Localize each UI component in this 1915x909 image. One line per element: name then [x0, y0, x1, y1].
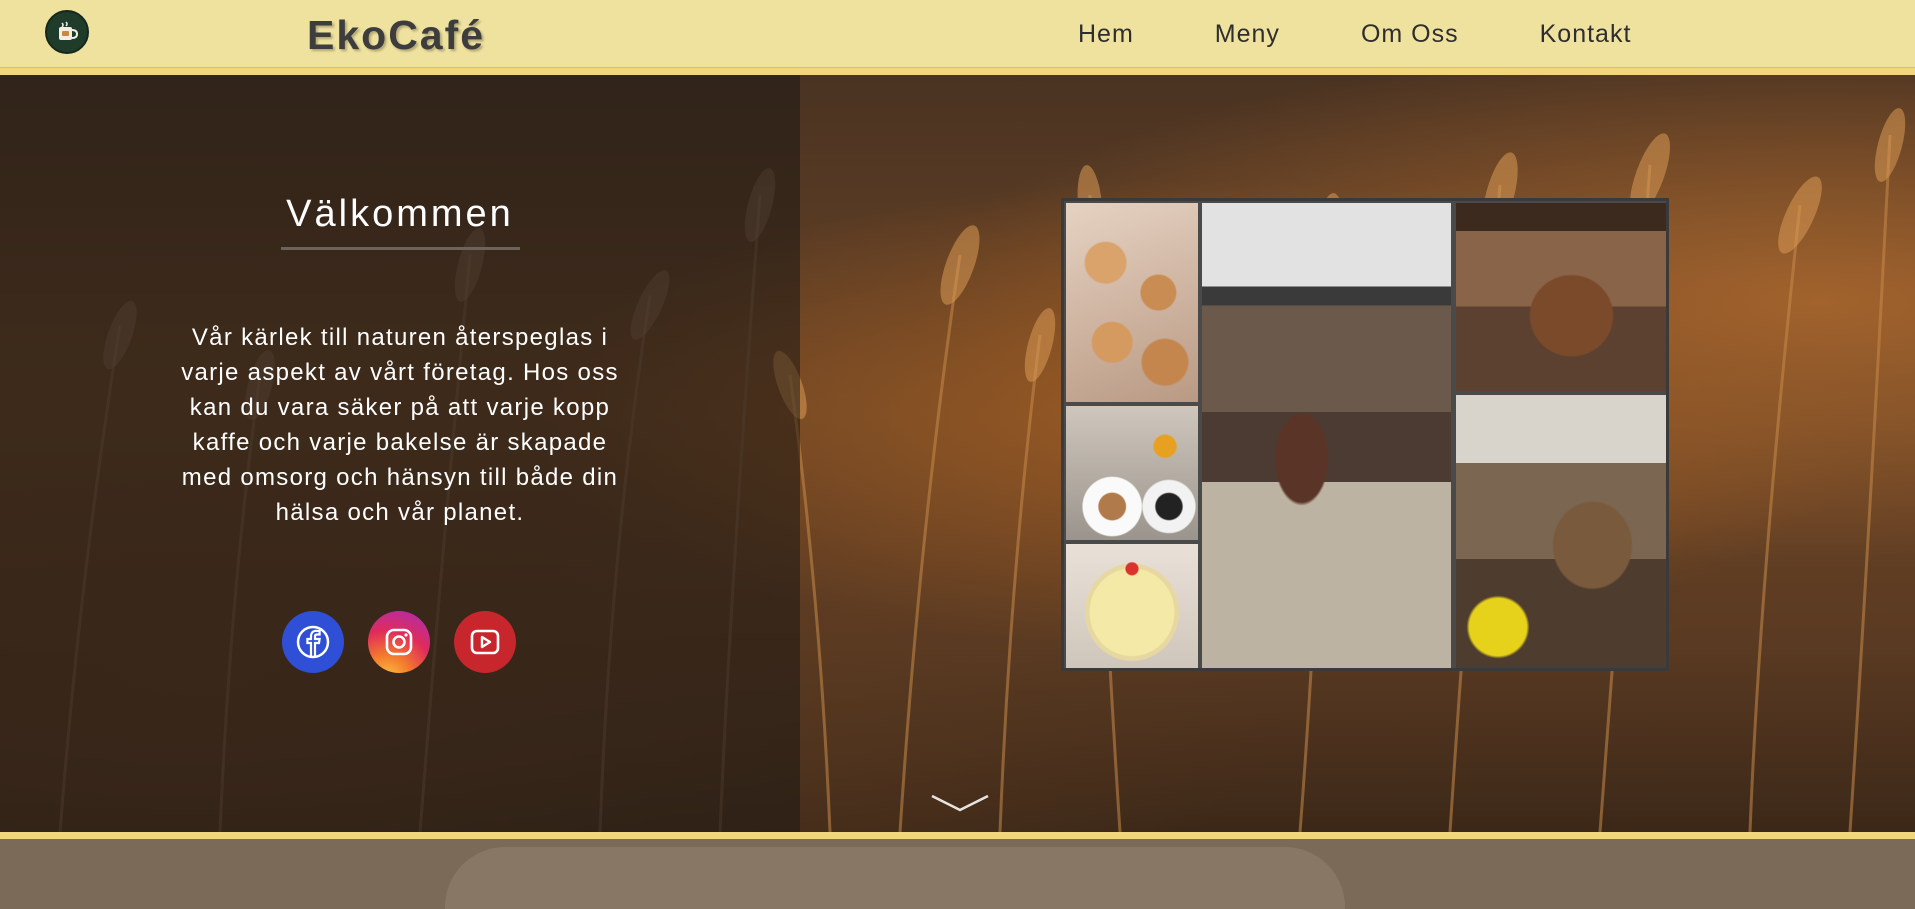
social-links — [282, 611, 540, 673]
photo-group-at-table[interactable] — [1456, 395, 1666, 668]
instagram-icon — [385, 628, 413, 656]
photo-cinnamon-buns[interactable] — [1066, 203, 1198, 402]
coffee-cup-icon — [59, 21, 79, 40]
photo-gallery — [1061, 198, 1669, 671]
photo-guests-dining[interactable] — [1456, 203, 1666, 391]
brand-title[interactable]: EkoCafé — [307, 12, 485, 59]
hero-section: Välkommen Vår kärlek till naturen återsp… — [0, 75, 1915, 832]
photo-cafe-table-candles[interactable] — [1066, 406, 1198, 540]
youtube-icon — [470, 629, 500, 655]
main-nav: Hem Meny Om Oss Kontakt — [1078, 20, 1712, 49]
welcome-heading: Välkommen — [286, 193, 514, 235]
nav-item-kontakt[interactable]: Kontakt — [1540, 20, 1632, 49]
nav-item-hem[interactable]: Hem — [1078, 20, 1134, 49]
nav-item-meny[interactable]: Meny — [1215, 20, 1280, 49]
heading-divider — [281, 247, 520, 250]
photo-cafe-interior[interactable] — [1202, 203, 1451, 668]
instagram-link[interactable] — [368, 611, 430, 673]
logo[interactable] — [45, 10, 89, 54]
facebook-link[interactable] — [282, 611, 344, 673]
section-background-shape — [445, 847, 1345, 909]
next-section-preview — [0, 832, 1915, 909]
photo-cheesecake[interactable] — [1066, 544, 1198, 668]
site-header: EkoCafé Hem Meny Om Oss Kontakt — [0, 0, 1915, 75]
intro-text: Vår kärlek till naturen återspeglas i va… — [181, 324, 619, 526]
facebook-icon — [296, 625, 330, 659]
chevron-down-icon[interactable] — [930, 792, 990, 814]
nav-item-om-oss[interactable]: Om Oss — [1361, 20, 1459, 49]
youtube-link[interactable] — [454, 611, 516, 673]
